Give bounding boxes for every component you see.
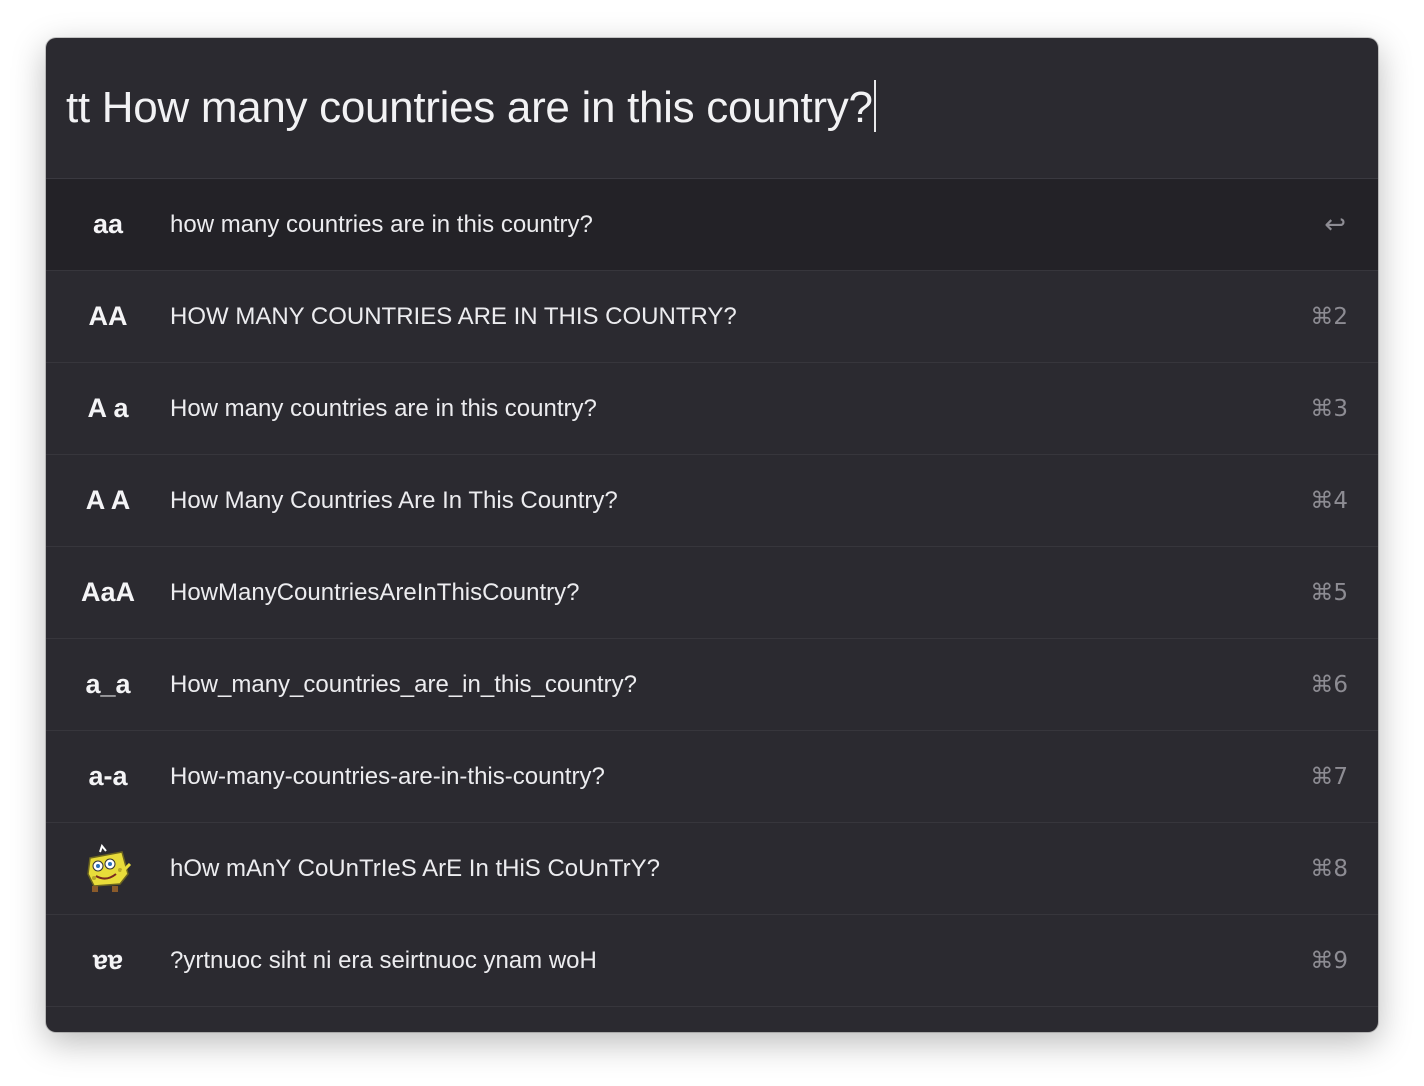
mocking-spongebob-icon bbox=[46, 843, 170, 894]
result-text: how many countries are in this country? bbox=[170, 210, 593, 238]
shortcut-label: ⌘7 bbox=[1310, 763, 1348, 790]
shortcut-label: ⌘8 bbox=[1310, 855, 1348, 882]
query-input[interactable]: tt How many countries are in this countr… bbox=[66, 79, 876, 133]
result-text: hOw mAnY CoUnTrIeS ArE In tHiS CoUnTrY? bbox=[170, 854, 660, 882]
result-text: How_many_countries_are_in_this_country? bbox=[170, 670, 637, 698]
text-caret bbox=[873, 79, 876, 132]
result-row-kebab-case[interactable]: a-a How-many-countries-are-in-this-count… bbox=[46, 731, 1378, 823]
shortcut-label: ⌘9 bbox=[1310, 947, 1348, 974]
shortcut-label: ⌘6 bbox=[1310, 671, 1348, 698]
sentence-case-icon: A a bbox=[87, 393, 129, 423]
result-row-title-case[interactable]: A A How Many Countries Are In This Count… bbox=[46, 455, 1378, 547]
result-row-lowercase[interactable]: aa how many countries are in this countr… bbox=[46, 179, 1378, 271]
uppercase-icon: AA bbox=[88, 301, 128, 331]
query-text: tt How many countries are in this countr… bbox=[66, 82, 873, 132]
text-transform-window: tt How many countries are in this countr… bbox=[46, 38, 1378, 1032]
shortcut-label: ⌘4 bbox=[1310, 487, 1348, 514]
return-key-icon: ↩ bbox=[1324, 209, 1346, 240]
result-text: ?yrtnuoc siht ni era seirtnuoc ynam woH bbox=[170, 946, 597, 974]
result-row-pascal-case[interactable]: AaA HowManyCountriesAreInThisCountry? ⌘5 bbox=[46, 547, 1378, 639]
result-text: HOW MANY COUNTRIES ARE IN THIS COUNTRY? bbox=[170, 302, 737, 330]
shortcut-label: ⌘5 bbox=[1310, 579, 1348, 606]
title-case-icon: A A bbox=[85, 485, 131, 515]
result-row-uppercase[interactable]: AA HOW MANY COUNTRIES ARE IN THIS COUNTR… bbox=[46, 271, 1378, 363]
result-text: How-many-countries-are-in-this-country? bbox=[170, 762, 605, 790]
result-text: How Many Countries Are In This Country? bbox=[170, 486, 618, 514]
result-row-sentence-case[interactable]: A a How many countries are in this count… bbox=[46, 363, 1378, 455]
result-row-mocking-case[interactable]: hOw mAnY CoUnTrIeS ArE In tHiS CoUnTrY? … bbox=[46, 823, 1378, 915]
result-text: How many countries are in this country? bbox=[170, 394, 597, 422]
reversed-icon: ɐɐ bbox=[92, 945, 124, 975]
query-bar[interactable]: tt How many countries are in this countr… bbox=[46, 38, 1378, 179]
shortcut-label: ⌘2 bbox=[1310, 303, 1348, 330]
pascal-case-icon: AaA bbox=[80, 577, 135, 607]
results-list: aa how many countries are in this countr… bbox=[46, 179, 1378, 1007]
result-row-snake-case[interactable]: a_a How_many_countries_are_in_this_count… bbox=[46, 639, 1378, 731]
lowercase-icon: aa bbox=[92, 209, 124, 239]
snake-case-icon: a_a bbox=[85, 669, 131, 699]
shortcut-label: ⌘3 bbox=[1310, 395, 1348, 422]
kebab-case-icon: a-a bbox=[88, 761, 128, 791]
result-text: HowManyCountriesAreInThisCountry? bbox=[170, 578, 580, 606]
result-row-reversed[interactable]: ɐɐ ?yrtnuoc siht ni era seirtnuoc ynam w… bbox=[46, 915, 1378, 1007]
